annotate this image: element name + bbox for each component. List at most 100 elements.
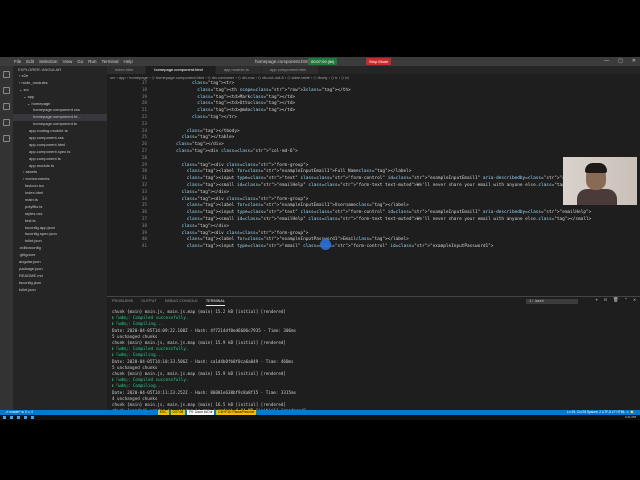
split-terminal-icon[interactable]: ⊟ (604, 298, 607, 303)
code-line[interactable]: 41 class="tag"><input type=class="str">"… (107, 244, 640, 251)
code-line[interactable]: 31 class="tag"><input type=class="str">"… (107, 176, 640, 183)
code-line[interactable]: 17 class="tag"><tr> (107, 81, 640, 88)
code-line[interactable]: 26 class="tag"></div> (107, 142, 640, 149)
stop-recording-button[interactable]: Stop Mode (366, 58, 392, 65)
file-tree-item[interactable]: .gitignore (13, 252, 107, 259)
search-icon[interactable] (3, 87, 10, 94)
maximize-panel-icon[interactable]: ⌃ (625, 298, 628, 303)
code-line[interactable]: 33 class="tag"></div> (107, 190, 640, 197)
explorer-icon[interactable] (3, 71, 10, 78)
terminal-shell-select[interactable]: 1: bash (526, 299, 578, 304)
file-tree-item[interactable]: app.module.ts (13, 163, 107, 170)
code-text: class="tag"><small id=class="str">"email… (186, 216, 592, 222)
file-tree-item[interactable]: tsconfig.json (13, 280, 107, 287)
code-text: class="tag"><td>@mdoclass="tag"></td> (197, 108, 296, 114)
code-text: class="tag"><div class=class="str">"col-… (176, 148, 298, 154)
line-number: 22 (141, 114, 147, 120)
menu-help[interactable]: Help (124, 59, 133, 64)
taskbar: 9:11 PM (0, 415, 640, 420)
file-tree-item[interactable]: › e2e (13, 73, 107, 80)
source-control-icon[interactable] (3, 103, 10, 110)
recording-timer[interactable]: 00:07:09 (lbl) (308, 58, 338, 65)
maximize-button[interactable]: ▢ (618, 58, 623, 64)
file-tree-item[interactable]: › environments (13, 176, 107, 183)
file-tree-item[interactable]: angular.json (13, 259, 107, 266)
search-icon[interactable] (10, 416, 13, 419)
file-tree-item[interactable]: › node_modules (13, 80, 107, 87)
debug-icon[interactable] (3, 119, 10, 126)
start-icon[interactable] (3, 416, 6, 419)
file-tree-item[interactable]: main.ts (13, 197, 107, 204)
file-tree-item[interactable]: app.component.css (13, 135, 107, 142)
task-view-icon[interactable] (17, 416, 20, 419)
file-tree-item[interactable]: › assets (13, 169, 107, 176)
extensions-icon[interactable] (3, 135, 10, 142)
file-tree-item[interactable]: package.json (13, 266, 107, 273)
code-editor[interactable]: 17 class="tag"><tr> 18 class="tag"><th sc… (107, 81, 640, 251)
file-tree-item[interactable]: app.component.ts (13, 156, 107, 163)
close-button[interactable]: ✕ (632, 58, 636, 64)
code-line[interactable]: 21 class="tag"><td>@mdoclass="tag"></td> (107, 108, 640, 115)
minimize-button[interactable]: — (604, 58, 609, 64)
close-panel-icon[interactable]: ✕ (633, 298, 636, 303)
file-tree-item[interactable]: app.component.spec.ts (13, 149, 107, 156)
file-tree-item[interactable]: favicon.ico (13, 183, 107, 190)
file-tree-item[interactable]: tsconfig.app.json (13, 225, 107, 232)
panel-tab[interactable]: TERMINAL (205, 297, 226, 306)
file-tree-item[interactable]: app-routing.module.ts (13, 128, 107, 135)
file-tree-item[interactable]: ⌄ app (13, 94, 107, 101)
menu-view[interactable]: View (63, 59, 73, 64)
file-tree-item[interactable]: homepage.component.ht... (13, 114, 107, 122)
panel-tab[interactable]: PROBLEMS (112, 297, 133, 306)
code-line[interactable]: 18 class="tag"><th scope=class="str">"ro… (107, 88, 640, 95)
panel-tab[interactable]: OUTPUT (141, 297, 157, 306)
code-line[interactable]: 36 class="tag"><input type=class="str">"… (107, 210, 640, 217)
code-line[interactable]: 27 class="tag"><div class=class="str">"c… (107, 149, 640, 156)
menu-edit[interactable]: Edit (26, 59, 34, 64)
editor-tab[interactable]: index.html (107, 66, 147, 74)
file-tree-item[interactable]: app.component.html (13, 142, 107, 149)
file-tree-item[interactable]: homepage.component.css (13, 107, 107, 114)
code-line[interactable]: 32 class="tag"><small id=class="str">"em… (107, 183, 640, 190)
file-tree-item[interactable]: .editorconfig (13, 245, 107, 252)
file-tree-item[interactable]: tslint.json (13, 238, 107, 245)
code-line[interactable]: 28 (107, 156, 640, 163)
vscode-window: File Edit Selection View Go Run Terminal… (0, 57, 640, 420)
code-line[interactable]: 37 class="tag"><small id=class="str">"em… (107, 217, 640, 224)
line-number: 26 (141, 142, 147, 148)
file-tree-item[interactable]: ⌄ src (13, 87, 107, 94)
menu-run[interactable]: Run (88, 59, 96, 64)
vscode-icon[interactable] (31, 416, 34, 419)
menu-selection[interactable]: Selection (39, 59, 58, 64)
code-line[interactable]: 38 class="tag"></div> (107, 224, 640, 231)
line-number: 35 (141, 203, 147, 209)
code-line[interactable]: 23 (107, 122, 640, 129)
menu-go[interactable]: Go (77, 59, 83, 64)
file-tree-item[interactable]: index.html (13, 190, 107, 197)
code-line[interactable]: 22 class="tag"></tr> (107, 115, 640, 122)
code-text: class="tag"></div> (181, 223, 230, 229)
terminal-output[interactable]: chunk {main} main.js, main.js.map (main)… (112, 309, 306, 420)
editor-tab[interactable]: app.component.html (261, 66, 320, 74)
panel-tab[interactable]: DEBUG CONSOLE (165, 297, 198, 306)
code-text: class="tag"><input type=class="str">"tex… (186, 210, 592, 216)
file-tree-item[interactable]: ⌄ homepage (13, 101, 107, 108)
menu-terminal[interactable]: Terminal (102, 59, 119, 64)
code-text: class="tag"><input type=class="str">"tex… (186, 176, 592, 182)
new-terminal-icon[interactable]: + (595, 298, 598, 303)
file-tree-item[interactable]: tsconfig.spec.json (13, 231, 107, 238)
file-tree-item[interactable]: tslint.json (13, 287, 107, 294)
editor-tab[interactable]: homepage.component.html (146, 66, 216, 74)
file-tree-item[interactable]: homepage.component.ts (13, 121, 107, 128)
browser-icon[interactable] (24, 416, 27, 419)
file-tree-item[interactable]: polyfills.ts (13, 204, 107, 211)
menu-file[interactable]: File (14, 59, 21, 64)
file-tree-item[interactable]: styles.css (13, 211, 107, 218)
line-number: 33 (141, 189, 147, 195)
editor-tab[interactable]: app.module.ts (215, 66, 262, 74)
breadcrumb[interactable]: src › app › homepage › ◇ homepage.compon… (107, 74, 640, 81)
activity-bar (0, 66, 13, 410)
file-tree-item[interactable]: test.ts (13, 218, 107, 225)
trash-icon[interactable]: 🗑 (613, 298, 619, 303)
file-tree-item[interactable]: README.md (13, 273, 107, 280)
